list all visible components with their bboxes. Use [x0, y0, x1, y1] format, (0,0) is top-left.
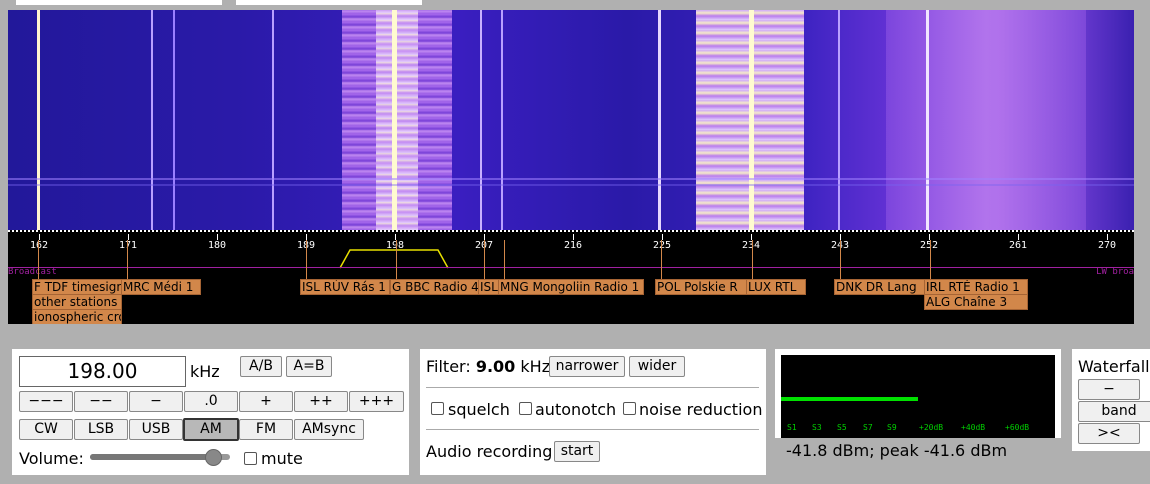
ab-button[interactable]: A/B — [240, 356, 282, 377]
top-input-right[interactable] — [236, 0, 422, 5]
scale-tick-label: 261 — [1008, 240, 1028, 251]
frequency-input[interactable]: 198.00 — [19, 356, 186, 387]
volume-slider[interactable] — [90, 449, 230, 466]
squelch-checkbox[interactable] — [431, 402, 444, 415]
step-round-button[interactable]: .0 — [184, 391, 238, 412]
smeter-scale-label: S9 — [887, 423, 897, 432]
volume-label: Volume: — [19, 449, 84, 468]
tuning-panel: 198.00 kHz A/B A=B −−− −− − .0 + ++ +++ … — [12, 349, 409, 475]
scale-tick-label: 225 — [652, 240, 672, 251]
waterfall-minus-button[interactable]: − — [1078, 379, 1140, 400]
station-label[interactable]: ALG Chaîne 3 — [924, 294, 1028, 310]
band-label-right: LW broa — [1096, 267, 1134, 277]
station-label[interactable]: POL Polskie R — [655, 279, 751, 295]
mode-am-button[interactable]: AM — [183, 418, 239, 441]
scale-tick-label: 198 — [385, 240, 405, 251]
filter-divider — [426, 387, 759, 388]
aeqb-button[interactable]: A=B — [286, 356, 332, 377]
scale-tick-label: 171 — [118, 240, 138, 251]
frequency-scale[interactable]: 162171180189198207216225234243252261270 — [8, 230, 1134, 272]
scale-tick-label: 216 — [563, 240, 583, 251]
scale-tick-label: 252 — [919, 240, 939, 251]
station-marker — [840, 240, 841, 280]
mode-cw-button[interactable]: CW — [19, 419, 73, 440]
waterfall-controls-panel: Waterfall − band >< — [1072, 349, 1150, 451]
step-plus1-button[interactable]: + — [239, 391, 293, 412]
station-marker — [38, 240, 39, 280]
scale-tick-label: 180 — [207, 240, 227, 251]
step-plus3-button[interactable]: +++ — [349, 391, 404, 412]
waterfall-band-button[interactable]: band — [1078, 401, 1150, 422]
step-minus2-button[interactable]: −− — [74, 391, 128, 412]
mute-label: mute — [261, 449, 303, 468]
smeter-scale-label: S7 — [863, 423, 873, 432]
station-marker — [930, 240, 931, 280]
step-plus2-button[interactable]: ++ — [294, 391, 348, 412]
mute-checkbox[interactable] — [244, 452, 257, 465]
station-label[interactable]: LUX RTL — [746, 279, 806, 295]
filter-value: 9.00 — [475, 357, 516, 376]
signal-reading: -41.8 dBm; peak -41.6 dBm — [786, 441, 1008, 460]
smeter-scale-label: S3 — [812, 423, 822, 432]
smeter-scale-label: S5 — [837, 423, 847, 432]
scale-tick-label: 270 — [1097, 240, 1117, 251]
step-minus3-button[interactable]: −−− — [19, 391, 73, 412]
station-marker — [484, 240, 485, 280]
station-label[interactable]: MRC Médi 1 — [121, 279, 201, 295]
waterfall[interactable] — [8, 10, 1134, 230]
station-label[interactable]: DNK DR Lang — [834, 279, 928, 295]
mode-usb-button[interactable]: USB — [129, 419, 183, 440]
filter-panel: Filter: 9.00 kHz narrower wider squelch … — [420, 349, 766, 475]
scale-tick-label: 162 — [29, 240, 49, 251]
band-label-left: Broadcast — [8, 267, 57, 277]
station-marker — [127, 240, 128, 280]
waterfall-title: Waterfall — [1078, 357, 1150, 376]
station-label[interactable]: ISL — [478, 279, 500, 295]
station-marker — [396, 240, 397, 280]
noise-reduction-label: noise reduction — [639, 400, 763, 419]
mode-amsync-button[interactable]: AMsync — [294, 419, 364, 440]
station-marker — [306, 240, 307, 280]
wider-button[interactable]: wider — [629, 356, 685, 377]
station-marker — [504, 240, 505, 280]
station-label[interactable]: ionospheric cro — [32, 309, 122, 324]
noise-reduction-checkbox[interactable] — [623, 402, 636, 415]
squelch-label: squelch — [448, 400, 510, 419]
mode-lsb-button[interactable]: LSB — [74, 419, 128, 440]
station-label[interactable]: IRL RTÉ Radio 1 — [924, 279, 1028, 295]
station-marker — [752, 240, 753, 280]
autonotch-label: autonotch — [535, 400, 617, 419]
station-marker — [661, 240, 662, 280]
smeter-display: S1 S3 S5 S7 S9 +20dB +40dB +60dB — [781, 355, 1055, 438]
waterfall-prev-button[interactable]: >< — [1078, 423, 1140, 444]
smeter-scale-label: +60dB — [1005, 423, 1030, 432]
station-label[interactable]: ISL RÚV Rás 1 — [300, 279, 390, 295]
smeter-panel: S1 S3 S5 S7 S9 +20dB +40dB +60dB -41.8 dBm; pea… — [775, 349, 1061, 460]
step-minus1-button[interactable]: − — [129, 391, 183, 412]
mode-fm-button[interactable]: FM — [239, 419, 293, 440]
smeter-scale-label: S1 — [787, 423, 797, 432]
band-bar — [8, 267, 1134, 268]
station-label[interactable]: F TDF timesignal — [32, 279, 122, 295]
station-label[interactable]: other stations a — [32, 294, 122, 310]
audio-recording-label: Audio recording — [426, 442, 553, 461]
station-label[interactable]: G BBC Radio 4 — [390, 279, 484, 295]
volume-slider-thumb[interactable] — [205, 449, 223, 466]
frequency-unit: kHz — [190, 362, 220, 381]
smeter-scale-label: +40dB — [961, 423, 986, 432]
top-input-left[interactable] — [16, 0, 222, 5]
scale-tick-label: 234 — [741, 240, 761, 251]
filter-label: Filter: 9.00 kHz — [426, 357, 551, 376]
autonotch-checkbox[interactable] — [519, 402, 532, 415]
audio-divider — [426, 429, 759, 430]
narrower-button[interactable]: narrower — [549, 356, 625, 377]
station-label[interactable]: MNG Mongoliin Radio 1 — [498, 279, 644, 295]
smeter-scale-label: +20dB — [919, 423, 944, 432]
recording-start-button[interactable]: start — [554, 441, 600, 462]
spectrum-display[interactable]: 162171180189198207216225234243252261270 … — [8, 10, 1134, 324]
smeter-bar — [781, 397, 918, 401]
